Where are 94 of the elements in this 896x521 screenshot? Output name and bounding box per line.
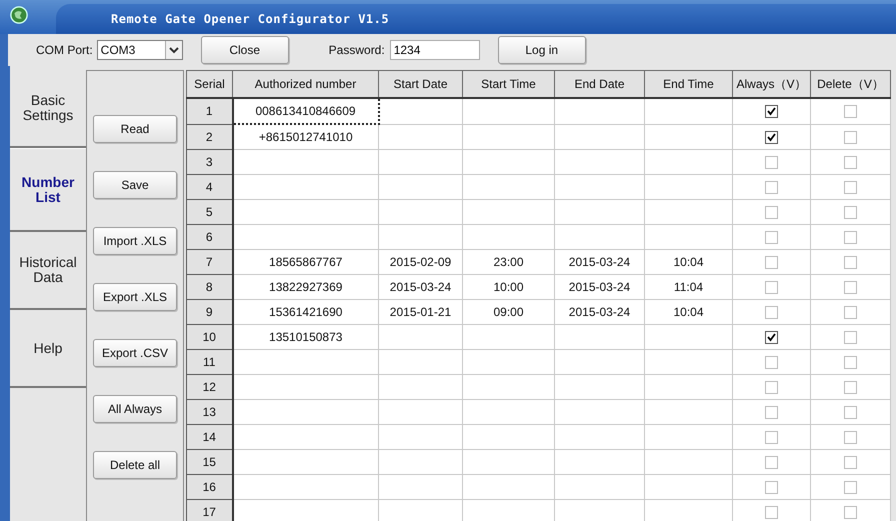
row-number: 9: [186, 300, 232, 324]
close-button[interactable]: Close: [200, 36, 289, 64]
row-number: 12: [186, 374, 232, 400]
delete-checkbox[interactable]: [844, 406, 857, 420]
table-cell: 11:04: [644, 274, 732, 300]
delete-checkbox[interactable]: [844, 256, 857, 270]
action-button[interactable]: Delete all: [93, 451, 177, 479]
delete-checkbox[interactable]: [844, 356, 857, 370]
always-checkbox[interactable]: [765, 231, 778, 244]
table-cell: 2015-03-24: [378, 274, 462, 300]
always-checkbox[interactable]: [765, 156, 778, 170]
globe-icon: [10, 6, 28, 24]
table-cell: 2015-03-24: [554, 300, 644, 324]
row-number: 2: [186, 124, 232, 150]
table-cell: 09:00: [462, 300, 554, 324]
com-port-label: COM Port:: [36, 43, 93, 57]
always-checkbox[interactable]: [765, 456, 778, 470]
column-header[interactable]: Start Time: [462, 70, 554, 98]
row-number: 17: [186, 500, 232, 521]
table-cell: 10:04: [644, 300, 732, 324]
table-cell: 2015-02-09: [378, 250, 462, 274]
chevron-down-icon: [168, 46, 179, 54]
sidebar-tab[interactable]: Number List: [10, 148, 86, 232]
always-checkbox[interactable]: [765, 431, 778, 444]
column-header[interactable]: Always（V）: [732, 70, 810, 98]
table-cell: 23:00: [462, 250, 554, 274]
column-header[interactable]: Delete（V）: [810, 70, 890, 98]
window-title: Remote Gate Opener Configurator V1.5: [111, 12, 390, 26]
login-button[interactable]: Log in: [498, 36, 586, 64]
action-button[interactable]: Save: [93, 171, 177, 199]
column-header[interactable]: Authorized number: [232, 70, 378, 98]
always-checkbox[interactable]: [765, 281, 778, 294]
row-number: 6: [186, 224, 232, 250]
row-number: 8: [186, 274, 232, 300]
always-checkbox[interactable]: [765, 506, 778, 520]
delete-checkbox[interactable]: [844, 130, 857, 144]
column-header[interactable]: Serial: [186, 70, 232, 98]
table-cell: 2015-03-24: [554, 250, 644, 274]
delete-checkbox[interactable]: [844, 231, 857, 244]
delete-checkbox[interactable]: [844, 206, 857, 220]
row-number: 13: [186, 400, 232, 424]
action-button[interactable]: Read: [93, 115, 177, 143]
action-button[interactable]: Export .CSV: [93, 339, 177, 367]
always-checkbox[interactable]: [765, 105, 778, 118]
always-checkbox[interactable]: [765, 256, 778, 270]
table-cell: 008613410846609: [232, 98, 378, 124]
action-button[interactable]: Export .XLS: [93, 283, 177, 311]
row-number: 14: [186, 424, 232, 450]
delete-checkbox[interactable]: [844, 456, 857, 470]
table-cell: 10:04: [644, 250, 732, 274]
always-checkbox[interactable]: [765, 130, 778, 144]
delete-checkbox[interactable]: [844, 431, 857, 444]
table-cell: 15361421690: [232, 300, 378, 324]
table-cell: +8615012741010: [232, 124, 378, 150]
table-cell: 18565867767: [232, 250, 378, 274]
table-cell: 2015-01-21: [378, 300, 462, 324]
always-checkbox[interactable]: [765, 306, 778, 320]
column-header[interactable]: End Date: [554, 70, 644, 98]
action-button[interactable]: Import .XLS: [93, 227, 177, 255]
column-header[interactable]: Start Date: [378, 70, 462, 98]
row-number: 11: [186, 350, 232, 374]
row-number: 3: [186, 150, 232, 174]
always-checkbox[interactable]: [765, 331, 778, 344]
action-button[interactable]: All Always: [93, 395, 177, 423]
row-number: 1: [186, 98, 232, 124]
password-label: Password:: [328, 43, 385, 57]
always-checkbox[interactable]: [765, 181, 778, 194]
table-cell: 2015-03-24: [554, 274, 644, 300]
delete-checkbox[interactable]: [844, 481, 857, 494]
delete-checkbox[interactable]: [844, 381, 857, 394]
password-field[interactable]: 1234: [390, 40, 480, 60]
row-number: 16: [186, 474, 232, 500]
always-checkbox[interactable]: [765, 381, 778, 394]
row-number: 4: [186, 174, 232, 200]
com-port-dropdown[interactable]: COM3: [96, 40, 183, 60]
table-cell: 10:00: [462, 274, 554, 300]
delete-checkbox[interactable]: [844, 105, 857, 118]
row-number: 10: [186, 324, 232, 350]
delete-checkbox[interactable]: [844, 506, 857, 520]
table-cell: 13822927369: [232, 274, 378, 300]
table-cell: 13510150873: [232, 324, 378, 350]
delete-checkbox[interactable]: [844, 156, 857, 170]
delete-checkbox[interactable]: [844, 306, 857, 320]
row-number: 7: [186, 250, 232, 274]
always-checkbox[interactable]: [765, 356, 778, 370]
delete-checkbox[interactable]: [844, 181, 857, 194]
always-checkbox[interactable]: [765, 206, 778, 220]
always-checkbox[interactable]: [765, 406, 778, 420]
column-header[interactable]: End Time: [644, 70, 732, 98]
delete-checkbox[interactable]: [844, 331, 857, 344]
row-number: 5: [186, 200, 232, 224]
delete-checkbox[interactable]: [844, 281, 857, 294]
always-checkbox[interactable]: [765, 481, 778, 494]
row-number: 15: [186, 450, 232, 474]
